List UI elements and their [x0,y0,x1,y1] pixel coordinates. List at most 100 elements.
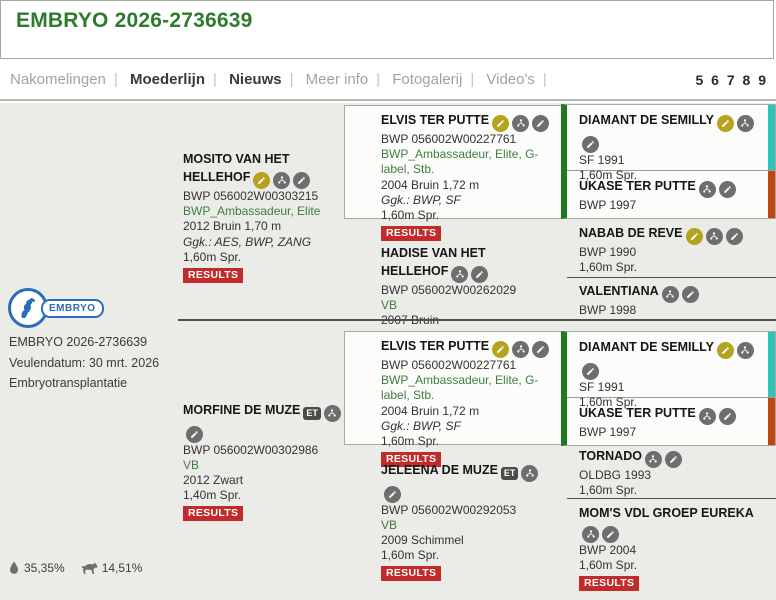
subject-foal-date: Veulendatum: 30 mrt. 2026 [9,356,181,370]
horse-reg: BWP 056002W00292053 [381,503,553,518]
pedigree-icon[interactable] [521,465,538,482]
pencil-icon[interactable] [682,286,699,303]
horse-reg: BWP 056002W00262029 [381,283,553,298]
horse-name[interactable]: DIAMANT DE SEMILLY [579,340,714,354]
horse-cell-diamant-1: DIAMANT DE SEMILLY SF 1991 1,60m Spr. [567,105,775,171]
subject-note: Embryotransplantatie [9,376,181,390]
pencil-icon[interactable] [384,486,401,503]
tab-meer-info[interactable]: Meer info [306,71,369,88]
horse-name[interactable]: UKASE TER PUTTE [579,179,696,193]
bloodline-bar-teal [768,105,775,170]
horse-ggk: Ggk.: AES, BWP, ZANG [183,235,349,250]
horse-icon [11,291,45,325]
horse-name[interactable]: ELVIS TER PUTTE [381,339,489,353]
horse-sport: 1,60m Spr. [579,558,762,573]
pencil-icon[interactable] [719,181,736,198]
tab-videos[interactable]: Video's [486,71,534,88]
horse-name[interactable]: ELVIS TER PUTTE [381,113,489,127]
pedigree-icon[interactable] [737,342,754,359]
pedigree-icon[interactable] [512,341,529,358]
pedigree-icon[interactable] [512,115,529,132]
horse-ggk: Ggk.: BWP, SF [381,419,553,434]
horse-icons [696,177,736,194]
horse-name[interactable]: MOM'S VDL GROEP EUREKA [579,506,754,520]
pencil-icon[interactable] [471,266,488,283]
generation-links[interactable]: 5 6 7 8 9 [696,61,769,99]
et-badge[interactable]: ET [501,467,519,480]
horse-reg: SF 1991 [579,380,761,395]
horse-birth: 2004 Bruin 1,72 m [381,178,553,193]
results-badge[interactable]: RESULTS [381,226,441,241]
blood-percentage: 35,35% [8,561,65,575]
horse-name[interactable]: MORFINE DE MUZE [183,403,300,417]
pedigree-icon[interactable] [324,405,341,422]
pencil-icon[interactable] [719,408,736,425]
pedigree-icon[interactable] [706,228,723,245]
horse-predicates: VB [183,458,349,473]
horse-cell-jeleena: JELEENA DE MUZEET BWP 056002W00292053 VB… [344,461,561,581]
tab-moederlijn[interactable]: Moederlijn [130,71,205,88]
horse-birth: 2012 Bruin 1,70 m [183,219,349,234]
results-badge[interactable]: RESULTS [183,268,243,283]
horse-cell-hadise: HADISE VAN HET HELLEHOF BWP 056002W00262… [344,244,561,329]
et-badge[interactable]: ET [303,407,321,420]
pencil-icon[interactable] [582,136,599,153]
gold-pencil-icon[interactable] [492,115,509,132]
results-badge[interactable]: RESULTS [381,566,441,581]
pedigree-icon[interactable] [645,451,662,468]
horse-icons [448,262,488,279]
horse-icons [250,168,310,185]
pedigree-icon[interactable] [582,526,599,543]
gold-pencil-icon[interactable] [686,228,703,245]
horse-name[interactable]: UKASE TER PUTTE [579,406,696,420]
tab-fotogalerij[interactable]: Fotogalerij [392,71,462,88]
results-badge[interactable]: RESULTS [579,576,639,591]
horse-name[interactable]: VALENTIANA [579,284,659,298]
gold-pencil-icon[interactable] [717,115,734,132]
horse-name[interactable]: TORNADO [579,449,642,463]
horse-predicates: BWP_Ambassadeur, Elite, G-label, Stb. [381,373,553,403]
pencil-icon[interactable] [293,172,310,189]
tab-separator: | [470,71,474,88]
horse-cell-ukase-2: UKASE TER PUTTE BWP 1997 [567,398,775,445]
embryo-logo-label: EMBRYO [41,299,104,318]
tab-list: Nakomelingen | Moederlijn | Nieuws | Meer i… [2,61,547,99]
horse-reg: BWP 1997 [579,198,761,213]
pedigree-icon[interactable] [451,266,468,283]
horse-reg: BWP 056002W00227761 [381,132,553,147]
pedigree-icon[interactable] [699,408,716,425]
pencil-icon[interactable] [726,228,743,245]
tab-nieuws[interactable]: Nieuws [229,71,282,88]
horse-name[interactable]: DIAMANT DE SEMILLY [579,113,714,127]
pencil-icon[interactable] [532,115,549,132]
sire-dam-divider [178,319,776,321]
horse-name[interactable]: JELEENA DE MUZE [381,463,498,477]
pencil-icon[interactable] [186,426,203,443]
tab-separator: | [213,71,217,88]
pencil-icon[interactable] [582,363,599,380]
pedigree-icon[interactable] [737,115,754,132]
tab-nakomelingen[interactable]: Nakomelingen [10,71,106,88]
results-badge[interactable]: RESULTS [183,506,243,521]
cell-divider [567,498,776,499]
horse-reg: BWP 056002W00227761 [381,358,553,373]
stallion-card-elvis-2: ELVIS TER PUTTE BWP 056002W00227761 BWP_… [344,331,561,445]
pencil-icon[interactable] [602,526,619,543]
horse-reg: BWP 1990 [579,245,762,260]
horse-reg: BWP 2004 [579,543,762,558]
horse-name[interactable]: NABAB DE REVE [579,226,683,240]
tab-separator: | [543,71,547,88]
pedigree-icon[interactable] [662,286,679,303]
pencil-icon[interactable] [665,451,682,468]
horse-cell-morfine: MORFINE DE MUZEET BWP 056002W00302986 VB… [183,401,349,521]
gold-pencil-icon[interactable] [492,341,509,358]
tab-separator: | [290,71,294,88]
subject-info: EMBRYO 2026-2736639 Veulendatum: 30 mrt.… [9,335,181,397]
pedigree-icon[interactable] [699,181,716,198]
page: EMBRYO 2026-2736639 Nakomelingen| Moeder… [0,0,776,600]
pencil-icon[interactable] [532,341,549,358]
pedigree-icon[interactable] [273,172,290,189]
horse-icons [642,447,682,464]
gold-pencil-icon[interactable] [717,342,734,359]
gold-pencil-icon[interactable] [253,172,270,189]
